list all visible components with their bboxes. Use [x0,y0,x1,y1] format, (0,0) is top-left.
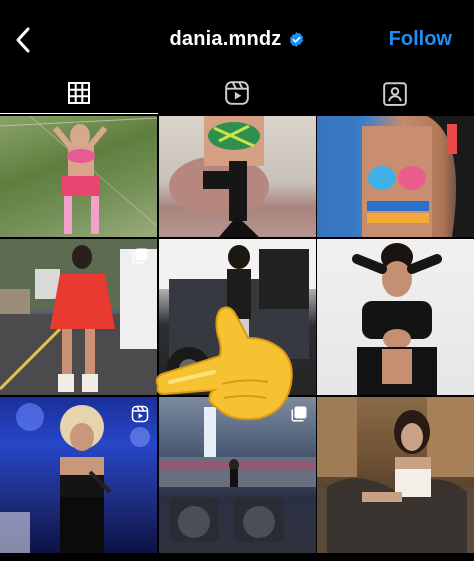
post-thumbnail[interactable] [0,239,157,395]
post-thumbnail[interactable] [317,116,474,237]
post-image [0,116,157,234]
follow-button[interactable]: Follow [389,28,452,51]
reels-icon [225,81,249,105]
post-image [158,239,316,395]
back-button[interactable] [8,22,38,58]
profile-tabs [0,72,474,114]
reels-icon [131,405,149,423]
post-thumbnail[interactable] [158,397,316,553]
post-image [317,397,474,553]
chevron-left-icon [16,27,30,53]
verified-badge-icon [289,32,303,47]
post-thumbnail[interactable] [158,116,316,237]
tab-reels[interactable] [158,72,316,114]
posts-grid [0,116,474,561]
post-image [168,116,269,237]
post-thumbnail[interactable] [317,397,474,553]
tab-tagged[interactable] [316,72,474,114]
grid-icon [68,82,90,104]
post-thumbnail[interactable] [0,116,157,237]
username: dania.mndz [169,28,282,50]
profile-header: dania.mndz Follow [0,0,474,72]
post-thumbnail[interactable] [158,239,316,395]
post-thumbnail[interactable] [0,397,157,553]
carousel-icon [132,248,148,264]
post-image [352,243,442,395]
post-image [317,116,474,237]
post-thumbnail[interactable] [317,239,474,395]
tab-grid[interactable] [0,72,158,114]
carousel-icon [291,406,306,422]
tagged-person-icon [383,82,407,106]
